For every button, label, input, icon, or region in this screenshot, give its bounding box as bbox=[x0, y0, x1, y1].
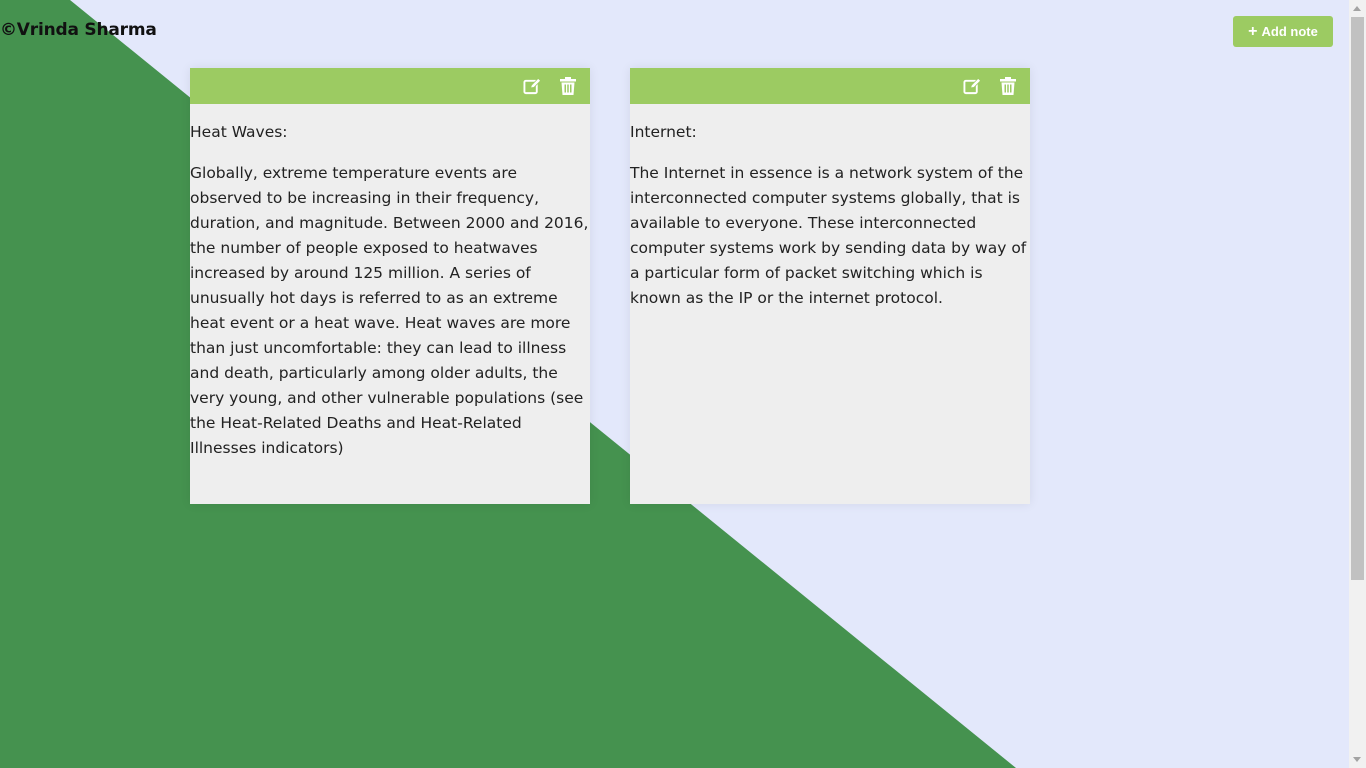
note-body: Heat Waves: Globally, extreme temperatur… bbox=[190, 104, 590, 461]
brand-name: ©Vrinda Sharma bbox=[0, 20, 157, 40]
note-text: Globally, extreme temperature events are… bbox=[190, 164, 589, 457]
add-note-label: Add note bbox=[1261, 24, 1318, 39]
edit-icon[interactable] bbox=[522, 76, 542, 96]
plus-icon: + bbox=[1248, 22, 1258, 40]
note-header bbox=[630, 68, 1030, 104]
vertical-scrollbar[interactable] bbox=[1349, 0, 1366, 768]
note-card: Internet: The Internet in essence is a n… bbox=[630, 68, 1030, 504]
scrollbar-thumb[interactable] bbox=[1351, 17, 1364, 580]
note-title: Internet: bbox=[630, 123, 697, 141]
trash-icon[interactable] bbox=[998, 76, 1018, 96]
note-body: Internet: The Internet in essence is a n… bbox=[630, 104, 1030, 311]
note-header bbox=[190, 68, 590, 104]
note-text: The Internet in essence is a network sys… bbox=[630, 164, 1027, 307]
trash-icon[interactable] bbox=[558, 76, 578, 96]
scroll-up-arrow-icon[interactable] bbox=[1353, 6, 1361, 11]
note-title: Heat Waves: bbox=[190, 123, 288, 141]
scroll-down-arrow-icon[interactable] bbox=[1353, 757, 1361, 762]
edit-icon[interactable] bbox=[962, 76, 982, 96]
note-card: Heat Waves: Globally, extreme temperatur… bbox=[190, 68, 590, 504]
add-note-button[interactable]: + Add note bbox=[1233, 16, 1333, 47]
